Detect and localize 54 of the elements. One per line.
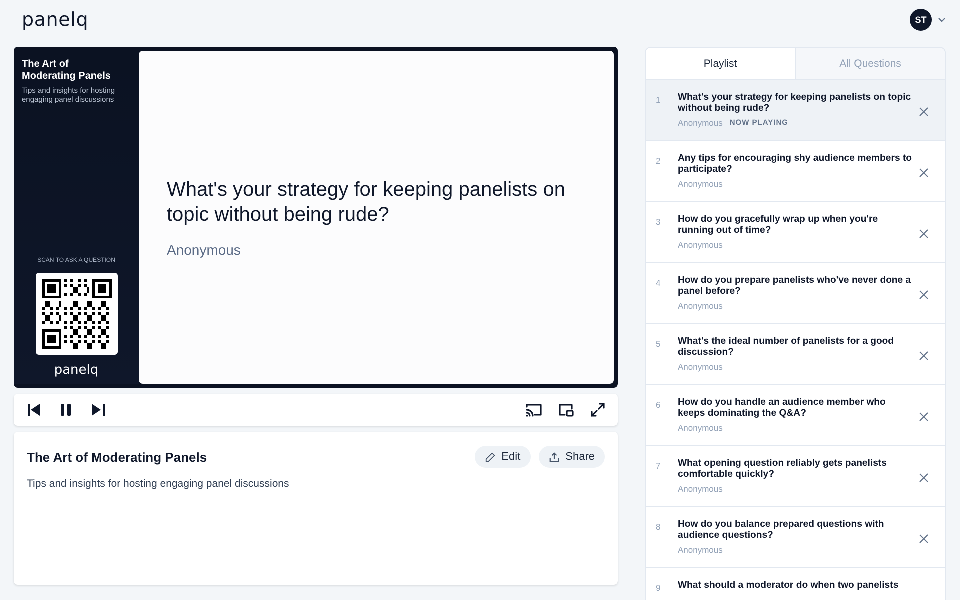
close-icon	[919, 351, 929, 361]
item-number: 3	[656, 216, 662, 227]
panel-tab[interactable]: Playlist	[646, 48, 796, 79]
item-number: 4	[656, 277, 662, 288]
cast-icon	[526, 403, 542, 417]
brand-logo: panelq	[54, 363, 99, 378]
item-question: How do you handle an audience member who keeps dominating the Q&A?	[678, 397, 887, 419]
item-author: Anonymous	[678, 423, 723, 433]
edit-button[interactable]: Edit	[474, 446, 531, 468]
item-author: Anonymous	[678, 118, 723, 128]
item-number: 7	[656, 460, 662, 471]
close-icon	[919, 534, 929, 544]
item-question: What's your strategy for keeping panelists on topic without being rude?	[678, 92, 912, 114]
close-icon	[919, 473, 929, 483]
item-number: 5	[656, 338, 662, 349]
item-question: How do you prepare panelists who've never done a panel before?	[678, 275, 912, 297]
slide-author: Anonymous	[167, 242, 242, 258]
session-description: Tips and insights for hosting engaging panel discussions	[27, 478, 290, 490]
close-icon	[919, 290, 929, 300]
skip-forward-icon	[92, 404, 104, 416]
session-title: The Art of Moderating Panels	[22, 59, 112, 83]
share-button[interactable]: Share	[538, 446, 605, 468]
item-author: Anonymous	[678, 484, 723, 494]
item-author: Anonymous	[678, 301, 723, 311]
item-question: Any tips for encouraging shy audience members to participate?	[678, 153, 914, 175]
item-author: Anonymous	[678, 362, 723, 372]
item-number: 2	[656, 155, 662, 166]
session-card-title: The Art of Moderating Panels	[27, 450, 208, 464]
item-question: How do you gracefully wrap up when you're running out of time?	[678, 214, 880, 236]
item-author: Anonymous	[678, 179, 723, 189]
expand-icon	[591, 403, 605, 417]
user-avatar[interactable]: ST	[910, 9, 932, 31]
close-icon	[919, 168, 929, 178]
item-question: What should a moderator do when two panelists	[678, 580, 900, 591]
item-question: What's the ideal number of panelists for a good discussion?	[678, 336, 896, 358]
item-question: What opening question reliably gets panelists comfortable quickly?	[678, 458, 888, 480]
item-number: 1	[656, 94, 662, 105]
item-number: 6	[656, 399, 662, 410]
pencil-icon	[484, 452, 496, 462]
close-icon	[919, 412, 929, 422]
app-logo[interactable]: panelq	[22, 9, 89, 31]
chevron-down-icon[interactable]	[938, 17, 946, 23]
item-number: 8	[656, 521, 662, 532]
close-icon	[919, 229, 929, 239]
item-author: Anonymous	[678, 545, 723, 555]
share-icon	[548, 452, 560, 462]
item-question: How do you balance prepared questions with audience questions?	[678, 519, 886, 541]
picture-in-picture-icon	[558, 403, 574, 417]
item-author: Anonymous	[678, 240, 723, 250]
close-icon	[919, 107, 929, 117]
slide-question: What's your strategy for keeping panelists on topic without being rude?	[167, 178, 566, 228]
item-number: 9	[656, 582, 662, 593]
skip-back-icon	[28, 404, 40, 416]
pause-icon	[61, 404, 71, 416]
